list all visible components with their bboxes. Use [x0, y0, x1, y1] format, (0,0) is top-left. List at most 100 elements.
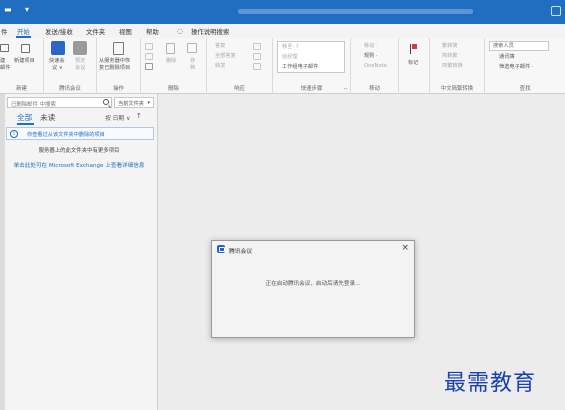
recover-deleted-icon[interactable] [113, 42, 124, 55]
exchange-details-link[interactable]: 单击此处可在 Microsoft Exchange 上查看详细信息 [4, 162, 154, 170]
watermark: 最需教育 [444, 371, 537, 396]
ribbon-tab-bar: 件 开始 发送/接收 文件夹 视图 帮助 ◌ 操作说明搜索 [0, 24, 565, 38]
group-tencent-meeting: 快速会 议 ∨ 预定 会议 腾讯会议 [44, 38, 97, 94]
reply-all-button[interactable]: 全部答复 [215, 53, 236, 59]
message-list-pane: 已删除邮件 中搜索 当前文件夹 ▾ 全部 未读 按 日期 ∨ ↑ i 你查看过从… [0, 94, 158, 410]
customize-qat-icon[interactable]: ▾ [25, 5, 29, 14]
simp-to-trad-button[interactable]: 简转繁 [442, 53, 458, 59]
infobar-text[interactable]: 你查看过从该文件夹中删除的项目 [27, 131, 105, 138]
move-button[interactable]: 移动 · [364, 43, 378, 49]
reply-button[interactable]: 答复 [215, 43, 225, 49]
junk-icon[interactable] [145, 63, 153, 70]
new-email-label-1[interactable]: 建 [0, 58, 5, 64]
search-input[interactable]: 已删除邮件 中搜索 [7, 97, 112, 108]
archive-icon[interactable] [187, 43, 197, 53]
archive-label-2[interactable]: 档 [190, 65, 195, 71]
simp-trad-convert-button[interactable]: 简繁转换 [442, 63, 463, 69]
chevron-down-icon: ▾ [147, 100, 150, 106]
flag-icon[interactable] [410, 44, 417, 54]
group-tags: 标记 [399, 38, 430, 94]
tencent-meeting-dialog: 腾讯会议 × 正在启动腾讯会议，启动后请先登录... [211, 240, 415, 338]
more-items-notice: 服务器上的此文件夹中有更多项目 [38, 148, 120, 154]
search-placeholder: 已删除邮件 中搜索 [11, 102, 56, 108]
deleted-items-infobar[interactable]: i 你查看过从该文件夹中删除的项目 [6, 127, 154, 140]
tell-me-lightbulb-icon[interactable]: ◌ [177, 27, 183, 35]
quick-steps-gallery[interactable]: 移至: ? 给经理 工作组电子邮件 [277, 41, 345, 73]
search-people-input[interactable]: 搜索人员 [489, 41, 549, 51]
group-move-label: 移动 [369, 86, 380, 92]
cleanup-icon[interactable] [145, 53, 153, 60]
rules-button[interactable]: 规则 · [364, 53, 378, 59]
group-respond: 答复 全部答复 转发 响应 [207, 38, 273, 94]
meeting-reply-icon[interactable] [253, 43, 261, 50]
trad-to-simp-button[interactable]: 繁转简 [442, 43, 458, 49]
ribbon: 建 邮件 新建项目 新建 快速会 议 ∨ 预定 会议 腾讯会议 从服务器中恢 复… [0, 38, 565, 94]
group-new: 建 邮件 新建项目 新建 [0, 38, 44, 94]
schedule-meeting-label-1[interactable]: 预定 [75, 58, 85, 64]
search-icon[interactable] [103, 99, 109, 105]
sort-by-dropdown[interactable]: 按 日期 ∨ [105, 113, 130, 122]
tag-button[interactable]: 标记 [408, 60, 418, 66]
search-scope-value: 当前文件夹 [118, 101, 144, 107]
delete-button[interactable]: 删除 [166, 58, 176, 64]
quick-meeting-label-1[interactable]: 快速会 [49, 58, 65, 64]
ignore-icon[interactable] [145, 43, 153, 50]
group-chinese-conversion: 繁转简 简转繁 简繁转换 中文简繁转换 [430, 38, 485, 94]
tencent-meeting-logo-icon [217, 245, 225, 253]
recover-deleted-label-2[interactable]: 复已删除项目 [99, 65, 130, 71]
tab-view[interactable]: 视图 [119, 27, 132, 36]
dialog-message: 正在启动腾讯会议，启动后请先登录... [265, 281, 361, 287]
qat-dropdown-icon[interactable]: ▬ [4, 5, 12, 14]
tab-file[interactable]: 件 [1, 27, 7, 36]
group-meeting-label: 腾讯会议 [59, 86, 81, 92]
new-items-icon[interactable] [21, 44, 30, 53]
group-find: 搜索人员 通讯簿 筛选电子邮件 · 查找 [485, 38, 565, 94]
group-delete-label: 删除 [168, 86, 179, 92]
group-move: 移动 · 规则 · OneNote 移动 [351, 38, 399, 94]
group-find-label: 查找 [519, 86, 531, 92]
new-items-button[interactable]: 新建项目 [14, 58, 35, 64]
tab-home[interactable]: 开始 [17, 27, 30, 36]
quick-step-to-manager[interactable]: 给经理 [282, 54, 298, 60]
tab-folder[interactable]: 文件夹 [86, 27, 105, 36]
quick-meeting-label-2[interactable]: 议 ∨ [52, 65, 63, 71]
quick-meeting-icon[interactable] [51, 41, 65, 55]
dialog-close-button[interactable]: × [401, 243, 409, 253]
window-title-blurred [238, 9, 473, 14]
sort-direction-icon[interactable]: ↑ [136, 112, 142, 120]
search-people-placeholder: 搜索人员 [493, 43, 514, 49]
new-email-label-2[interactable]: 邮件 [0, 65, 10, 71]
recover-deleted-label-1[interactable]: 从服务器中恢 [99, 58, 130, 64]
filter-tab-unread[interactable]: 未读 [40, 112, 55, 123]
folder-pane-collapsed-strip[interactable] [0, 94, 5, 410]
schedule-meeting-label-2[interactable]: 会议 [75, 65, 85, 71]
delete-icon[interactable] [166, 43, 175, 54]
archive-label-1[interactable]: 存 [190, 58, 195, 64]
quick-step-move-to[interactable]: 移至: ? [282, 44, 299, 50]
group-actions: 从服务器中恢 复已删除项目 操作 [97, 38, 141, 94]
filter-email-button[interactable]: 筛选电子邮件 · [499, 64, 533, 70]
tab-send-receive[interactable]: 发送/接收 [45, 27, 73, 36]
forward-button[interactable]: 转发 [215, 63, 225, 69]
search-scope-dropdown[interactable]: 当前文件夹 ▾ [114, 97, 154, 108]
more-respond-icon[interactable] [253, 63, 261, 70]
group-quick-steps: 移至: ? 给经理 工作组电子邮件 快速步骤 ⌐ [273, 38, 351, 94]
group-respond-label: 响应 [234, 86, 245, 92]
account-icon[interactable] [551, 6, 561, 16]
group-chinese-label: 中文简繁转换 [440, 86, 474, 92]
title-bar: ▬ ▾ [0, 0, 565, 24]
schedule-meeting-icon[interactable] [73, 41, 87, 55]
group-delete: 删除 存 档 删除 [141, 38, 207, 94]
im-reply-icon[interactable] [253, 53, 261, 60]
tell-me-search[interactable]: 操作说明搜索 [191, 27, 229, 36]
group-new-label: 新建 [16, 86, 27, 92]
filter-tab-underline [17, 123, 34, 125]
address-book-button[interactable]: 通讯簿 [499, 54, 515, 60]
new-email-icon[interactable] [0, 44, 9, 52]
quick-steps-launcher-icon[interactable]: ⌐ [344, 86, 348, 92]
group-quicksteps-label: 快速步骤 [300, 86, 323, 92]
quick-step-team-email[interactable]: 工作组电子邮件 [282, 64, 318, 70]
onenote-button[interactable]: OneNote [364, 63, 387, 69]
filter-tab-all[interactable]: 全部 [17, 112, 32, 123]
tab-help[interactable]: 帮助 [146, 27, 159, 36]
